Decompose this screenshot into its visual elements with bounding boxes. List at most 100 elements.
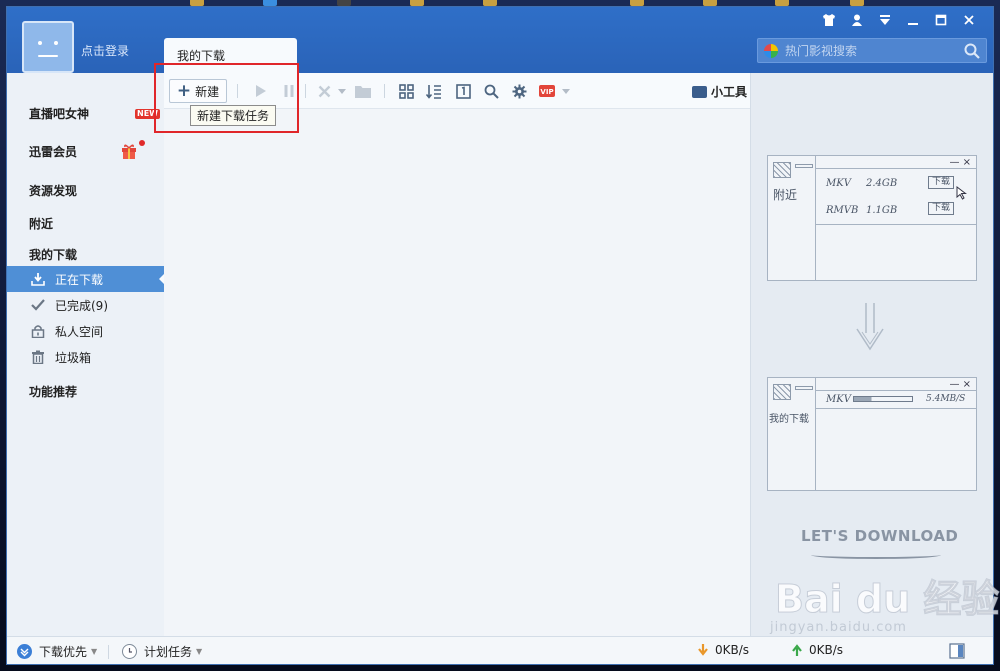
sketch-download-button: 下载 bbox=[928, 202, 955, 215]
download-speed: 0KB/s bbox=[697, 643, 749, 657]
skin-icon[interactable] bbox=[815, 11, 843, 33]
sidebar-item-private-space[interactable]: 私人空间 bbox=[7, 318, 164, 344]
sketch-divider bbox=[816, 224, 976, 225]
sketch-avatar bbox=[773, 384, 791, 400]
sketch-title-line bbox=[795, 164, 813, 168]
sketch-panel-title: 我的下载 bbox=[769, 414, 809, 425]
sidebar-item-discover[interactable]: 资源发现 bbox=[29, 182, 77, 199]
sketch-divider bbox=[816, 390, 976, 391]
sketch-panel-title: 附近 bbox=[773, 188, 798, 202]
sketch-format: MKV bbox=[826, 178, 851, 189]
lock-icon bbox=[31, 324, 45, 339]
sidebar-item-downloading[interactable]: 正在下载 bbox=[7, 266, 165, 292]
minimize-icon[interactable] bbox=[899, 11, 927, 33]
scheduled-tasks-menu[interactable]: 计划任务 ▼ bbox=[122, 643, 202, 660]
toolbar-divider bbox=[305, 84, 306, 98]
tools-button[interactable]: 小工具 bbox=[692, 83, 747, 100]
menu-icon[interactable] bbox=[871, 11, 899, 33]
sketch-title-line bbox=[795, 386, 813, 390]
download-icon bbox=[31, 272, 45, 286]
sidebar-sub-label: 正在下载 bbox=[55, 272, 104, 287]
delete-dropdown-icon[interactable] bbox=[336, 79, 348, 103]
download-speed-value: 0KB/s bbox=[715, 643, 750, 657]
priority-icon bbox=[17, 644, 32, 659]
download-list-area: + 新建 VIP 小工具 bbox=[164, 73, 750, 636]
close-icon[interactable] bbox=[955, 11, 983, 33]
sidebar-item-trash[interactable]: 垃圾箱 bbox=[7, 344, 164, 370]
avatar-mouth bbox=[38, 55, 58, 57]
sketch-progress-bar bbox=[853, 396, 913, 402]
sort-icon[interactable] bbox=[423, 79, 445, 103]
clock-icon bbox=[122, 644, 137, 659]
sidebar-item-my-downloads[interactable]: 我的下载 bbox=[29, 246, 77, 263]
sketch-controls: — × bbox=[949, 157, 971, 168]
cursor-icon bbox=[956, 186, 967, 200]
sidebar-item-features[interactable]: 功能推荐 bbox=[29, 383, 77, 400]
sketch-size: 2.4GB bbox=[866, 178, 898, 189]
panel-toggle-icon[interactable] bbox=[949, 643, 965, 659]
search-icon[interactable] bbox=[480, 79, 502, 103]
search-input[interactable] bbox=[785, 42, 955, 60]
single-task-icon[interactable] bbox=[452, 79, 474, 103]
download-priority-menu[interactable]: 下载优先 ▼ bbox=[17, 643, 97, 660]
trash-icon bbox=[31, 350, 45, 365]
sketch-format: MKV bbox=[826, 394, 851, 405]
sidebar-item-completed[interactable]: 已完成(9) bbox=[7, 292, 164, 318]
sketch-nearby-window: — × 附近 MKV 2.4GB 下载 RMVB 1.1GB 下载 bbox=[767, 155, 977, 281]
sidebar-item-nearby[interactable]: 附近 bbox=[29, 215, 53, 232]
avatar-eye bbox=[38, 41, 42, 45]
maximize-icon[interactable] bbox=[927, 11, 955, 33]
avatar-eye bbox=[54, 41, 58, 45]
notification-dot bbox=[139, 140, 145, 146]
sidebar-sub-label: 已完成(9) bbox=[55, 298, 108, 313]
user-icon[interactable] bbox=[843, 11, 871, 33]
sketch-size: 1.1GB bbox=[866, 205, 898, 216]
arrow-down-icon bbox=[856, 303, 884, 351]
tools-label: 小工具 bbox=[711, 85, 748, 99]
guide-panel: — × 附近 MKV 2.4GB 下载 RMVB 1.1GB 下载 — × 我的… bbox=[750, 73, 993, 636]
status-bar: 下载优先 ▼ 计划任务 ▼ 0KB/s 0KB/s bbox=[7, 636, 993, 664]
settings-gear-icon[interactable] bbox=[508, 79, 530, 103]
baidu-watermark-url: jingyan.baidu.com bbox=[770, 620, 907, 635]
search-icon[interactable] bbox=[964, 43, 980, 59]
login-link[interactable]: 点击登录 bbox=[81, 42, 129, 59]
sketch-avatar bbox=[773, 162, 791, 178]
priority-label: 下载优先 bbox=[39, 645, 88, 659]
sidebar-item-live-goddess[interactable]: 直播吧女神 bbox=[29, 105, 89, 122]
download-arrow-icon bbox=[698, 644, 708, 656]
window-controls bbox=[815, 11, 983, 33]
chevron-down-icon: ▼ bbox=[196, 647, 203, 656]
movie-search-box bbox=[757, 38, 987, 63]
sketch-speed: 5.4MB/S bbox=[926, 394, 966, 404]
delete-icon[interactable] bbox=[312, 79, 336, 103]
sketch-divider bbox=[816, 408, 976, 409]
toolbox-icon bbox=[692, 85, 707, 98]
new-task-tooltip: 新建下载任务 bbox=[190, 105, 277, 126]
schedule-label: 计划任务 bbox=[144, 645, 193, 659]
sketch-format: RMVB bbox=[826, 205, 859, 216]
upload-speed: 0KB/s bbox=[791, 643, 843, 657]
tab-label: 我的下载 bbox=[177, 49, 226, 63]
tagline: LET'S DOWNLOAD bbox=[801, 527, 959, 545]
toolbar-divider bbox=[384, 84, 385, 98]
check-icon bbox=[31, 298, 45, 312]
sketch-mydownload-window: — × 我的下载 MKV 5.4MB/S bbox=[767, 377, 977, 491]
sketch-controls: — × bbox=[949, 379, 971, 390]
gift-icon[interactable] bbox=[121, 143, 137, 159]
vip-dropdown-icon[interactable] bbox=[560, 79, 572, 103]
sidebar-sub-label: 私人空间 bbox=[55, 324, 104, 339]
folder-icon[interactable] bbox=[352, 79, 374, 103]
sidebar-sub-label: 垃圾箱 bbox=[55, 350, 92, 365]
sidebar-item-vip[interactable]: 迅雷会员 bbox=[29, 143, 77, 160]
search-brand-icon bbox=[764, 44, 778, 58]
svg-text:VIP: VIP bbox=[540, 88, 553, 96]
vip-icon[interactable]: VIP bbox=[536, 79, 558, 103]
sketch-download-button: 下载 bbox=[928, 176, 955, 189]
sketch-divider bbox=[816, 168, 976, 169]
baidu-watermark: Bai du 经验 bbox=[774, 577, 1000, 622]
tagline-underline bbox=[811, 551, 941, 559]
avatar[interactable] bbox=[22, 21, 74, 73]
grid-view-icon[interactable] bbox=[395, 79, 417, 103]
status-divider bbox=[108, 645, 109, 659]
chevron-down-icon: ▼ bbox=[91, 647, 98, 656]
